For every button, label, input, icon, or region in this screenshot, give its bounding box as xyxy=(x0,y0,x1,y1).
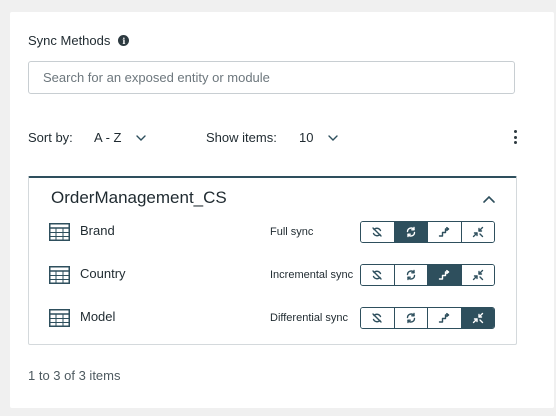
incremental-sync-icon xyxy=(439,312,450,323)
entity-row: Model Differential sync xyxy=(49,307,499,331)
no-sync-button[interactable] xyxy=(361,308,395,328)
chevron-down-icon xyxy=(136,134,147,141)
full-sync-button[interactable] xyxy=(394,222,428,242)
entity-name: Model xyxy=(80,309,116,324)
differential-sync-icon xyxy=(472,312,483,324)
show-items-dropdown[interactable]: 10 xyxy=(299,130,339,145)
table-icon xyxy=(49,266,70,284)
incremental-sync-button[interactable] xyxy=(428,222,462,242)
sync-method-label: Full sync xyxy=(270,226,314,238)
entity-row: Brand Full sync xyxy=(49,221,499,245)
incremental-sync-icon xyxy=(439,269,450,280)
sync-methods-card: Sync Methods i Sort by: A - Z Show items… xyxy=(10,12,554,408)
sync-method-label: Incremental sync xyxy=(270,269,354,281)
sort-value: A - Z xyxy=(94,130,122,145)
entity-name: Country xyxy=(80,266,126,281)
entity-row: Country Incremental sync xyxy=(49,264,499,288)
full-sync-button[interactable] xyxy=(394,308,428,328)
sync-method-toggle xyxy=(360,221,495,243)
show-items-label: Show items: xyxy=(206,130,277,145)
more-options-icon[interactable] xyxy=(512,130,518,144)
chevron-down-icon xyxy=(328,134,339,141)
differential-sync-button[interactable] xyxy=(461,308,494,328)
no-sync-icon xyxy=(372,270,382,280)
module-title: OrderManagement_CS xyxy=(51,188,227,207)
sort-dropdown[interactable]: A - Z xyxy=(94,130,147,145)
full-sync-icon xyxy=(406,269,415,281)
differential-sync-icon xyxy=(472,226,483,238)
sort-label: Sort by: xyxy=(28,130,73,145)
full-sync-icon xyxy=(406,226,415,238)
no-sync-button[interactable] xyxy=(361,222,395,242)
sync-method-toggle xyxy=(360,264,495,286)
sync-method-toggle xyxy=(360,307,495,329)
full-sync-button[interactable] xyxy=(394,265,428,285)
panel-title: Sync Methods xyxy=(28,33,111,48)
list-controls: Sort by: A - Z Show items: 10 xyxy=(28,128,518,148)
entity-name: Brand xyxy=(80,223,115,238)
differential-sync-button[interactable] xyxy=(461,222,494,242)
module-group: OrderManagement_CS Brand Full sync Count… xyxy=(28,176,517,345)
table-icon xyxy=(49,309,70,327)
pagination-summary: 1 to 3 of 3 items xyxy=(28,368,121,383)
no-sync-icon xyxy=(372,313,382,323)
show-items-value: 10 xyxy=(299,130,314,145)
sync-method-label: Differential sync xyxy=(270,312,349,324)
no-sync-icon xyxy=(372,227,382,237)
differential-sync-icon xyxy=(472,269,483,281)
no-sync-button[interactable] xyxy=(361,265,395,285)
differential-sync-button[interactable] xyxy=(461,265,494,285)
table-icon xyxy=(49,223,70,241)
info-icon[interactable]: i xyxy=(118,35,130,46)
panel-header: Sync Methods i xyxy=(28,33,130,48)
incremental-sync-button[interactable] xyxy=(428,308,462,328)
full-sync-icon xyxy=(406,312,415,324)
incremental-sync-button[interactable] xyxy=(428,265,462,285)
search-input[interactable] xyxy=(28,61,515,94)
chevron-up-icon[interactable] xyxy=(482,194,496,204)
incremental-sync-icon xyxy=(439,226,450,237)
